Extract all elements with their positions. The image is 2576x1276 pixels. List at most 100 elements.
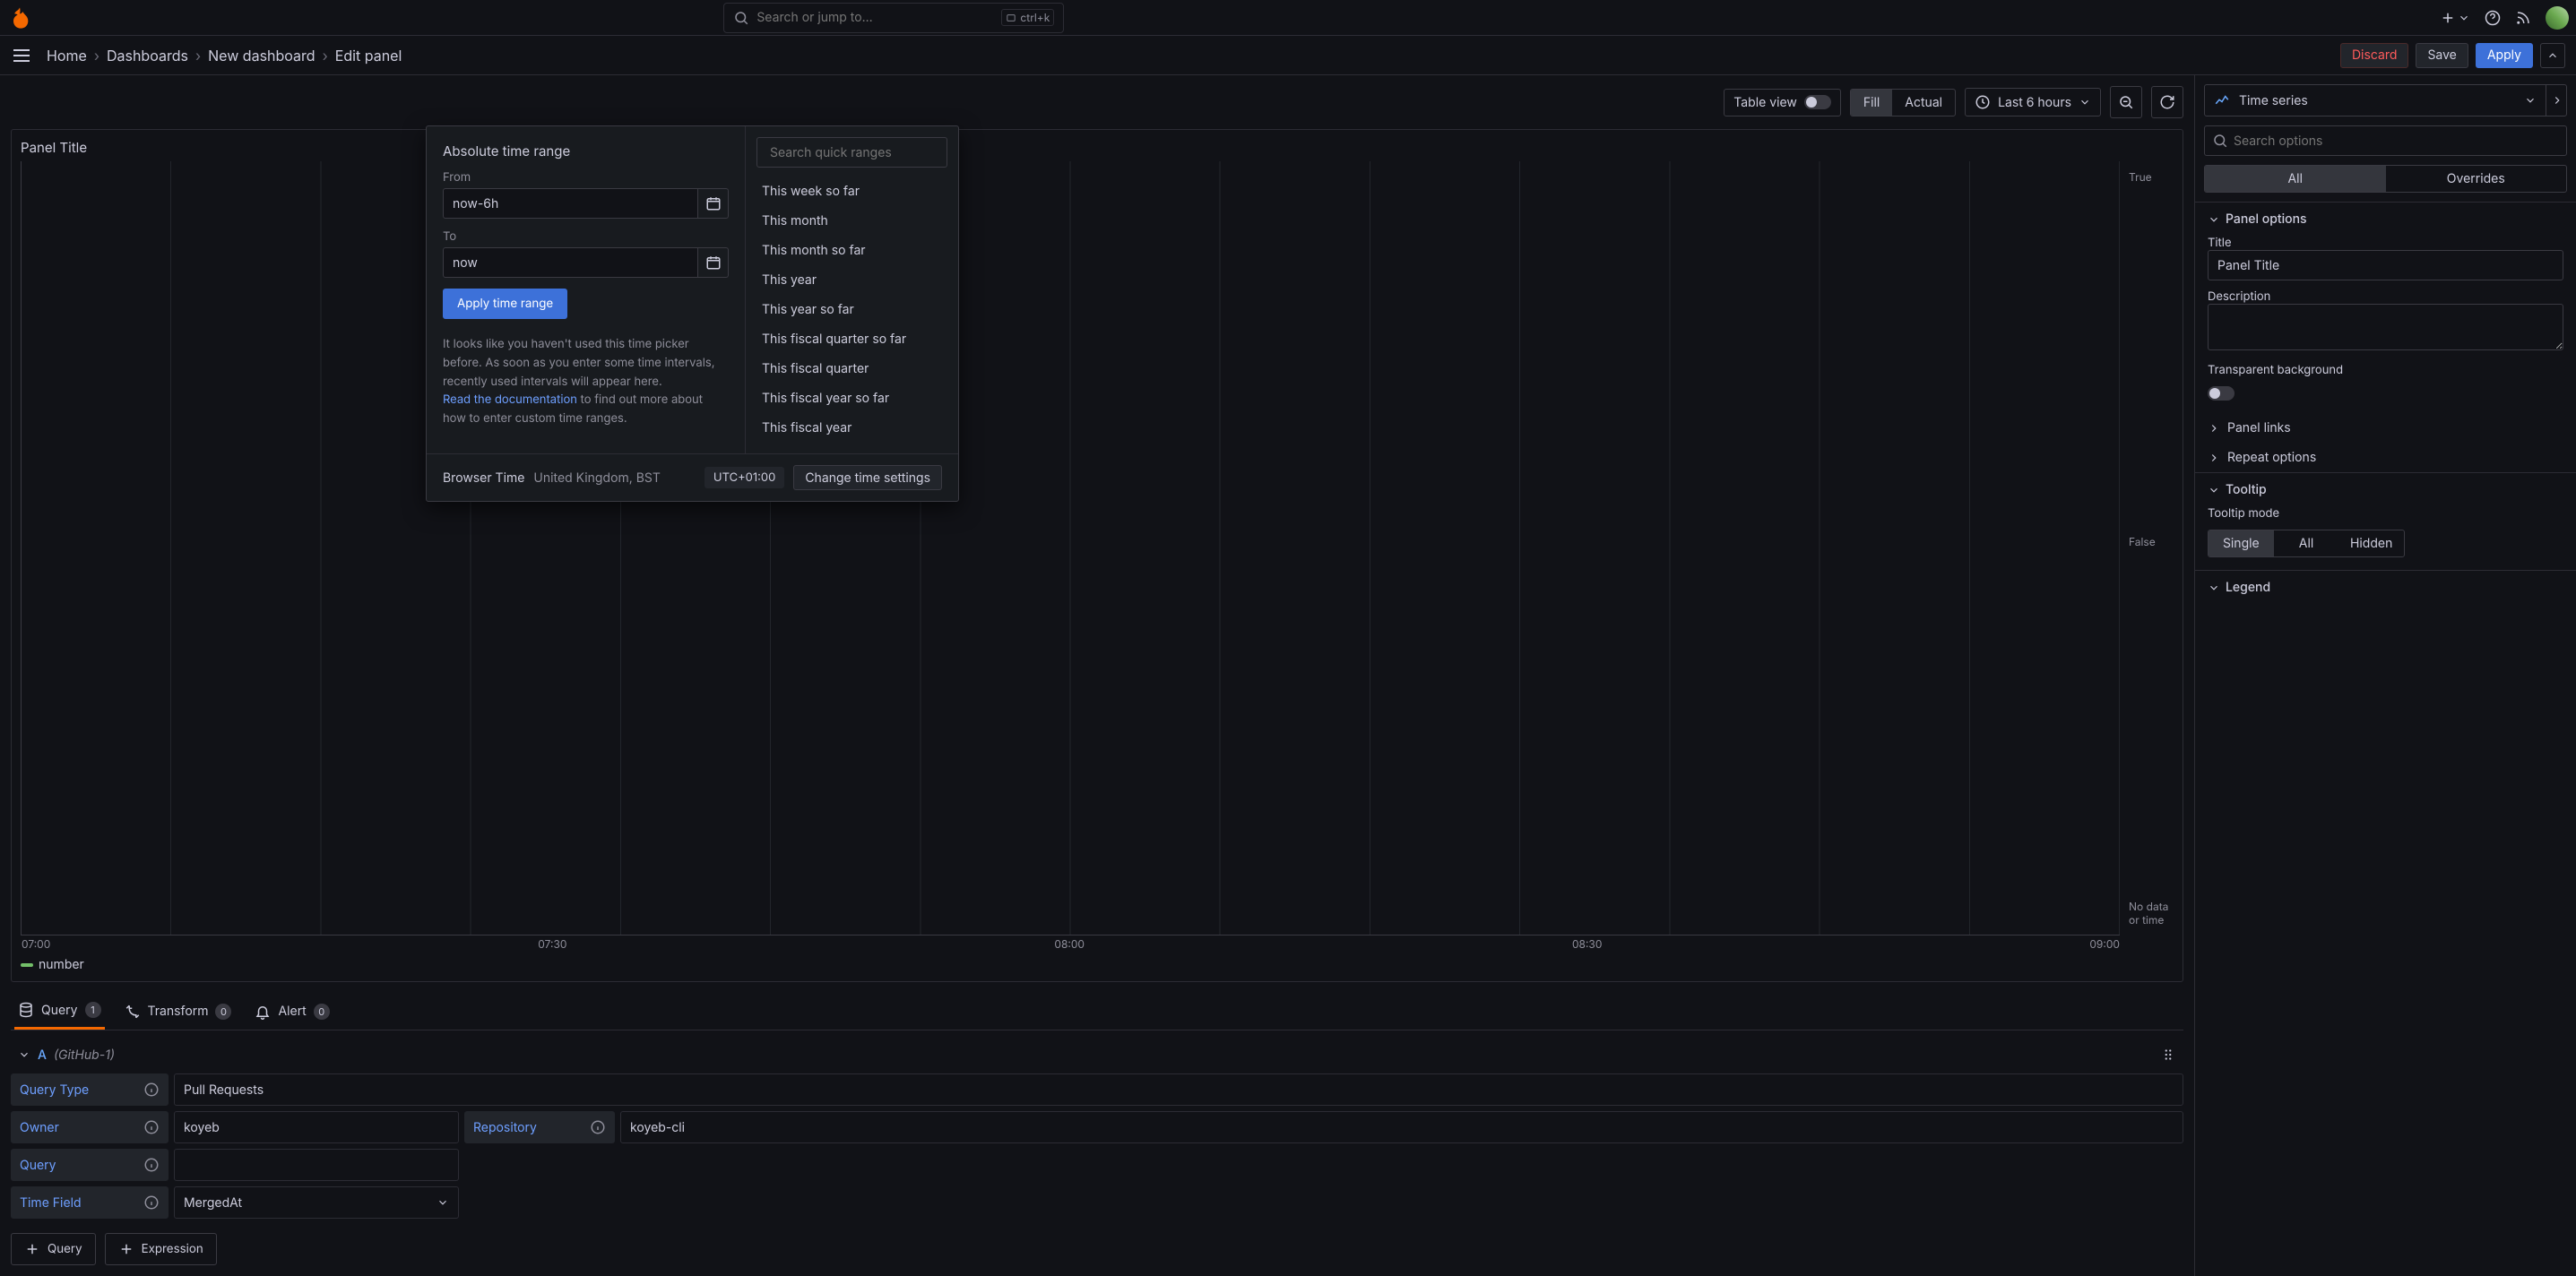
help-icon[interactable] bbox=[2485, 10, 2501, 26]
crumb-home[interactable]: Home bbox=[47, 47, 87, 65]
transparent-bg-toggle[interactable] bbox=[2208, 386, 2235, 401]
section-repeat-options[interactable]: Repeat options bbox=[2195, 443, 2576, 472]
visualization-picker[interactable]: Time series bbox=[2204, 84, 2567, 116]
chevron-down-icon bbox=[2524, 94, 2537, 107]
tab-query[interactable]: Query 1 bbox=[14, 993, 105, 1030]
tab-alert[interactable]: Alert 0 bbox=[251, 993, 333, 1030]
search-icon bbox=[2212, 133, 2228, 149]
tab-overrides[interactable]: Overrides bbox=[2386, 166, 2567, 192]
info-icon[interactable] bbox=[143, 1194, 160, 1211]
from-label: From bbox=[443, 170, 729, 185]
repository-input[interactable] bbox=[620, 1111, 2183, 1143]
search-icon bbox=[733, 10, 749, 26]
bell-icon bbox=[255, 1004, 271, 1020]
crumb-edit-panel: Edit panel bbox=[335, 47, 402, 65]
time-range-picker[interactable]: Last 6 hours bbox=[1965, 88, 2101, 116]
quick-range-item[interactable]: This fiscal year bbox=[756, 413, 947, 443]
actual-button[interactable]: Actual bbox=[1892, 90, 1955, 116]
search-input[interactable] bbox=[756, 10, 994, 25]
section-panel-options[interactable]: Panel options bbox=[2195, 203, 2576, 236]
read-docs-link[interactable]: Read the documentation bbox=[443, 392, 577, 407]
transform-count-badge: 0 bbox=[215, 1004, 231, 1020]
query-type-select[interactable]: Pull Requests bbox=[174, 1073, 2183, 1106]
to-calendar-button[interactable] bbox=[698, 247, 729, 278]
section-tooltip[interactable]: Tooltip bbox=[2195, 473, 2576, 506]
add-query-button[interactable]: Query bbox=[11, 1233, 96, 1265]
search-shortcut: ctrl+k bbox=[1001, 9, 1054, 26]
title-input[interactable] bbox=[2208, 250, 2563, 280]
apply-time-range-button[interactable]: Apply time range bbox=[443, 289, 567, 319]
query-ref-id: A bbox=[38, 1048, 47, 1063]
quick-range-item[interactable]: This month so far bbox=[756, 236, 947, 265]
chevron-down-icon bbox=[2458, 12, 2470, 24]
database-icon bbox=[18, 1002, 34, 1018]
crumb-new-dashboard[interactable]: New dashboard bbox=[208, 47, 315, 65]
legend-item[interactable]: number bbox=[21, 957, 2174, 972]
options-search[interactable] bbox=[2204, 125, 2567, 156]
tooltip-mode-hidden[interactable]: Hidden bbox=[2338, 530, 2404, 556]
expand-column-icon[interactable] bbox=[2546, 84, 2567, 116]
menu-icon[interactable] bbox=[11, 45, 32, 66]
tooltip-mode-single[interactable]: Single bbox=[2209, 530, 2274, 556]
drag-handle-icon[interactable] bbox=[2160, 1047, 2176, 1063]
save-button[interactable]: Save bbox=[2416, 43, 2468, 68]
quick-range-item[interactable]: This fiscal quarter so far bbox=[756, 324, 947, 354]
section-panel-links[interactable]: Panel links bbox=[2195, 413, 2576, 443]
news-icon[interactable] bbox=[2515, 10, 2531, 26]
quick-range-search[interactable] bbox=[756, 137, 947, 168]
info-icon[interactable] bbox=[143, 1157, 160, 1173]
apply-button[interactable]: Apply bbox=[2476, 43, 2533, 68]
options-search-input[interactable] bbox=[2234, 134, 2559, 149]
from-calendar-button[interactable] bbox=[698, 188, 729, 219]
quick-range-search-input[interactable] bbox=[770, 145, 965, 160]
x-tick: 08:00 bbox=[1054, 937, 1085, 951]
chevron-up-icon bbox=[2546, 49, 2559, 62]
tooltip-mode-all[interactable]: All bbox=[2274, 530, 2339, 556]
alert-count-badge: 0 bbox=[314, 1004, 330, 1020]
time-range-label: Last 6 hours bbox=[1998, 95, 2071, 110]
quick-range-item[interactable]: This month bbox=[756, 206, 947, 236]
refresh-icon bbox=[2159, 94, 2175, 110]
query-label: Query bbox=[11, 1149, 169, 1181]
quick-range-item[interactable]: This fiscal year so far bbox=[756, 384, 947, 413]
query-input[interactable] bbox=[174, 1149, 459, 1181]
tooltip-mode-label: Tooltip mode bbox=[2208, 506, 2563, 521]
legend-swatch bbox=[21, 963, 33, 967]
chevron-down-icon bbox=[2079, 96, 2091, 108]
user-avatar[interactable] bbox=[2546, 6, 2569, 30]
owner-input[interactable] bbox=[174, 1111, 459, 1143]
description-input[interactable] bbox=[2208, 304, 2563, 350]
info-icon[interactable] bbox=[590, 1119, 606, 1135]
time-field-select[interactable]: MergedAt bbox=[174, 1186, 459, 1219]
to-input[interactable] bbox=[443, 247, 698, 278]
query-header[interactable]: A (GitHub-1) bbox=[11, 1041, 2183, 1068]
quick-range-item[interactable]: This year bbox=[756, 265, 947, 295]
info-icon[interactable] bbox=[143, 1082, 160, 1098]
chevron-down-icon bbox=[437, 1196, 449, 1209]
calendar-icon bbox=[705, 254, 722, 271]
global-search[interactable]: ctrl+k bbox=[723, 3, 1064, 33]
chart-area[interactable]: 07:00 07:30 08:00 08:30 09:00 bbox=[21, 161, 2120, 935]
quick-range-item[interactable]: This year so far bbox=[756, 295, 947, 324]
add-menu[interactable] bbox=[2440, 10, 2470, 26]
description-label: Description bbox=[2208, 289, 2563, 304]
tab-all[interactable]: All bbox=[2205, 166, 2386, 192]
info-icon[interactable] bbox=[143, 1119, 160, 1135]
tab-transform[interactable]: Transform 0 bbox=[121, 993, 236, 1030]
crumb-dashboards[interactable]: Dashboards bbox=[107, 47, 188, 65]
zoom-out-button[interactable] bbox=[2110, 86, 2142, 118]
quick-range-item[interactable]: This fiscal quarter bbox=[756, 354, 947, 384]
section-legend[interactable]: Legend bbox=[2195, 571, 2576, 604]
fill-button[interactable]: Fill bbox=[1851, 90, 1892, 116]
tab-transform-label: Transform bbox=[148, 1004, 209, 1019]
chevron-down-icon bbox=[2208, 484, 2220, 496]
from-input[interactable] bbox=[443, 188, 698, 219]
table-view-toggle[interactable]: Table view bbox=[1724, 89, 1841, 116]
y-label: False bbox=[2129, 535, 2174, 548]
discard-button[interactable]: Discard bbox=[2340, 43, 2409, 68]
refresh-button[interactable] bbox=[2151, 86, 2183, 118]
quick-range-item[interactable]: This week so far bbox=[756, 177, 947, 206]
add-expression-button[interactable]: Expression bbox=[105, 1233, 217, 1265]
change-time-settings-button[interactable]: Change time settings bbox=[793, 465, 942, 490]
collapse-panel-button[interactable] bbox=[2540, 43, 2565, 68]
